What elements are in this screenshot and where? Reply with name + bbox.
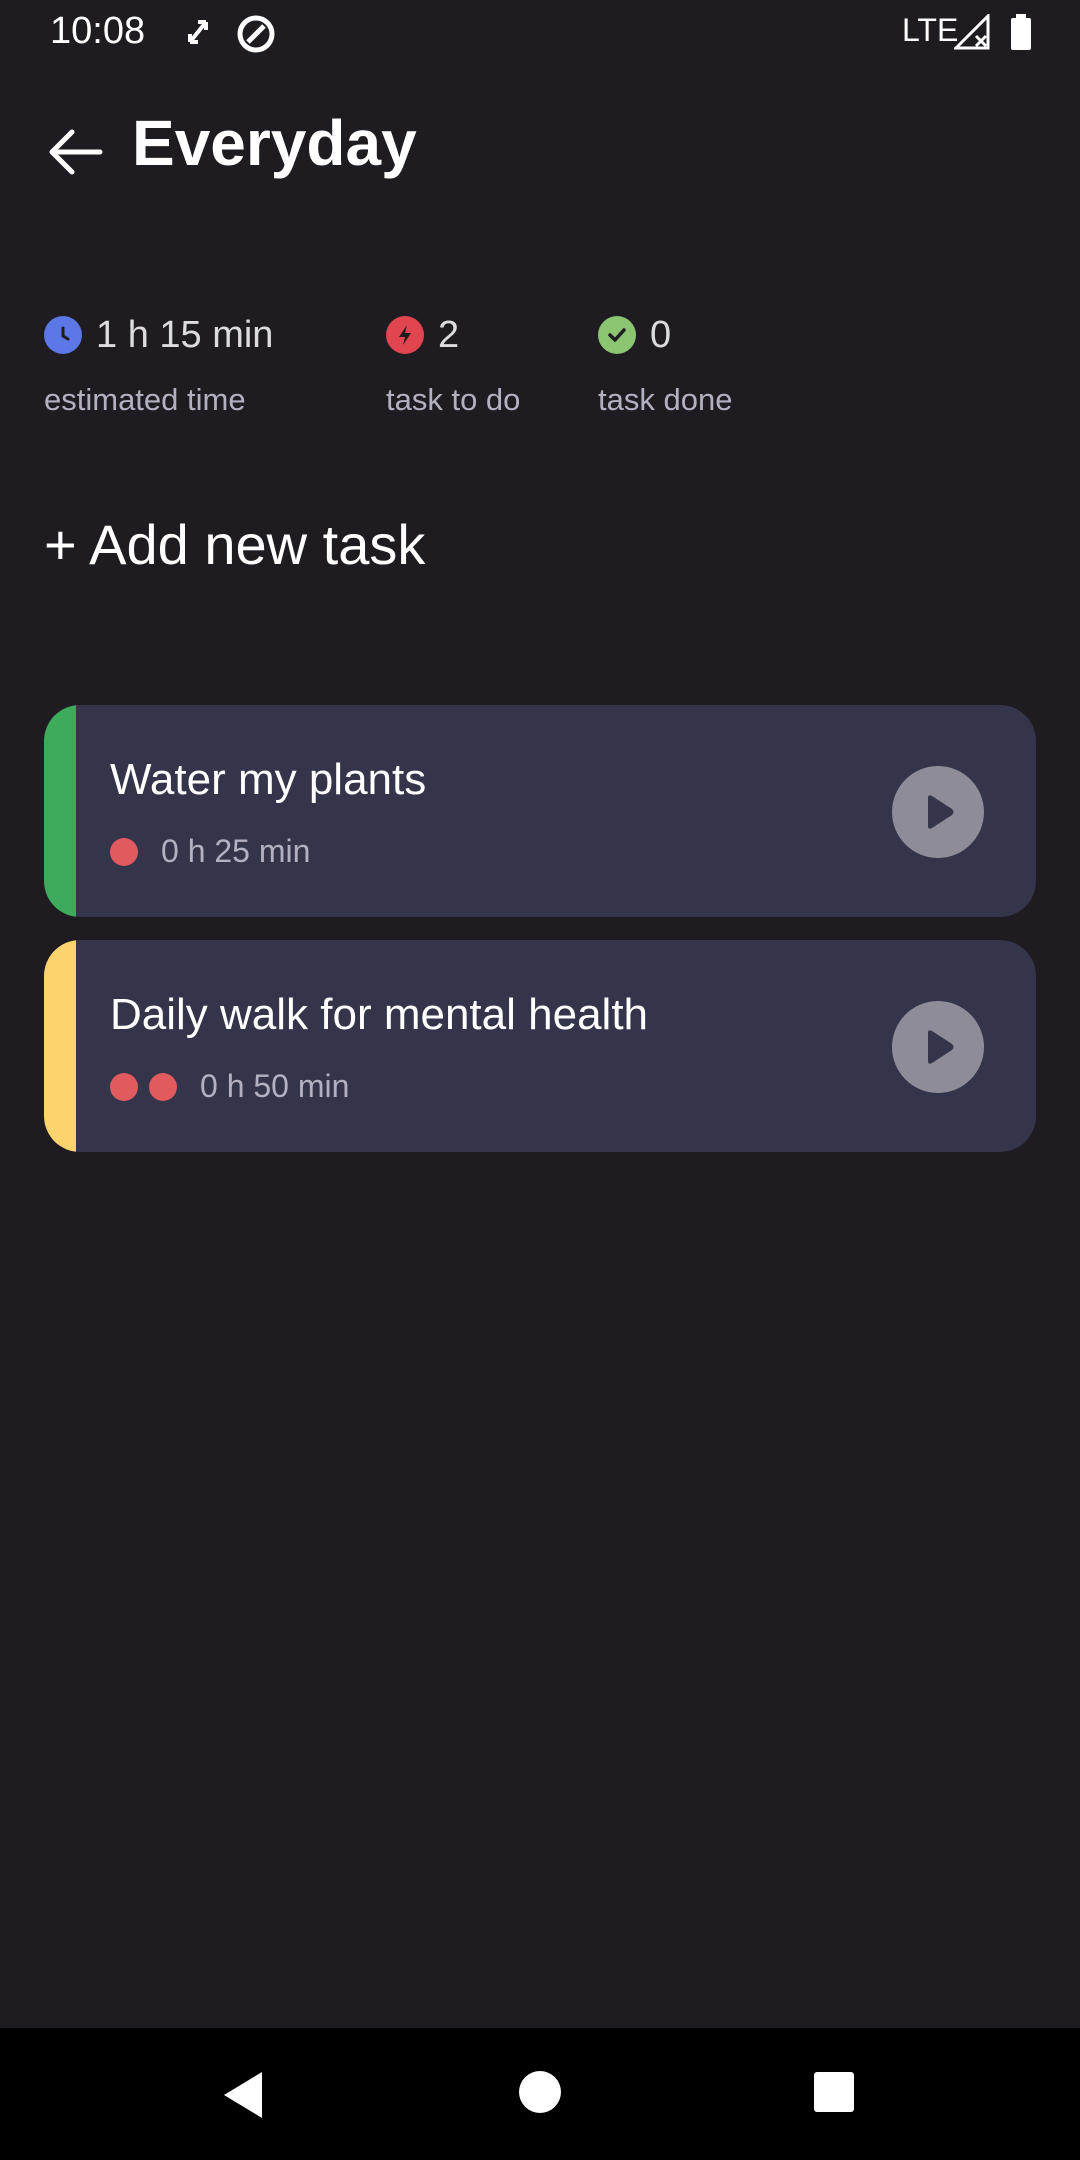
nav-recents-button[interactable] (812, 2070, 856, 2119)
stat-value: 2 (438, 313, 460, 356)
stat-value: 0 (650, 313, 672, 356)
stat-label: estimated time (44, 382, 246, 417)
clock-icon (44, 316, 82, 354)
page-title: Everyday (132, 107, 417, 179)
back-button[interactable] (44, 120, 108, 184)
stat-tasks-to-do: 2 task to do (386, 300, 520, 418)
signal-icon (952, 12, 990, 55)
add-new-task-button[interactable]: + Add new task (44, 512, 425, 577)
stat-estimated-time: 1 h 15 min estimated time (44, 300, 273, 418)
nav-back-button[interactable] (222, 2070, 266, 2125)
task-card[interactable]: Daily walk for mental health 0 h 50 min (44, 940, 1036, 1152)
check-icon (598, 316, 636, 354)
status-bar: 10:08 LTE (0, 0, 1080, 66)
task-meta: 0 h 50 min (110, 1068, 349, 1105)
battery-icon (1010, 14, 1032, 55)
app-header: Everyday (0, 100, 1080, 200)
nav-home-button[interactable] (518, 2070, 562, 2119)
stats-summary: 1 h 15 min estimated time 2 task to do 0… (0, 300, 1080, 430)
bolt-icon (386, 316, 424, 354)
task-card[interactable]: Water my plants 0 h 25 min (44, 705, 1036, 917)
task-title: Water my plants (110, 755, 427, 804)
network-type-label: LTE (902, 12, 959, 48)
stat-tasks-done: 0 task done (598, 300, 732, 418)
task-color-stripe (44, 940, 76, 1152)
play-icon (928, 795, 954, 829)
back-triangle-icon (224, 2072, 262, 2118)
play-icon (928, 1030, 954, 1064)
task-title: Daily walk for mental health (110, 990, 649, 1039)
arrow-left-icon (49, 129, 103, 175)
priority-dot (110, 1072, 138, 1101)
system-nav-bar (0, 2028, 1080, 2160)
task-meta: 0 h 25 min (110, 833, 310, 870)
task-duration: 0 h 25 min (161, 833, 311, 869)
stat-value: 1 h 15 min (96, 313, 274, 356)
screen-rotate-icon (182, 14, 214, 55)
recents-square-icon (814, 2072, 854, 2112)
priority-dot (149, 1072, 177, 1101)
status-time: 10:08 (50, 10, 146, 52)
play-button[interactable] (892, 766, 984, 858)
task-duration: 0 h 50 min (200, 1068, 350, 1104)
priority-dot (110, 837, 138, 866)
stat-label: task done (598, 382, 733, 417)
play-button[interactable] (892, 1001, 984, 1093)
task-color-stripe (44, 705, 76, 917)
home-circle-icon (519, 2071, 561, 2113)
data-saver-icon (236, 14, 276, 59)
stat-label: task to do (386, 382, 521, 417)
